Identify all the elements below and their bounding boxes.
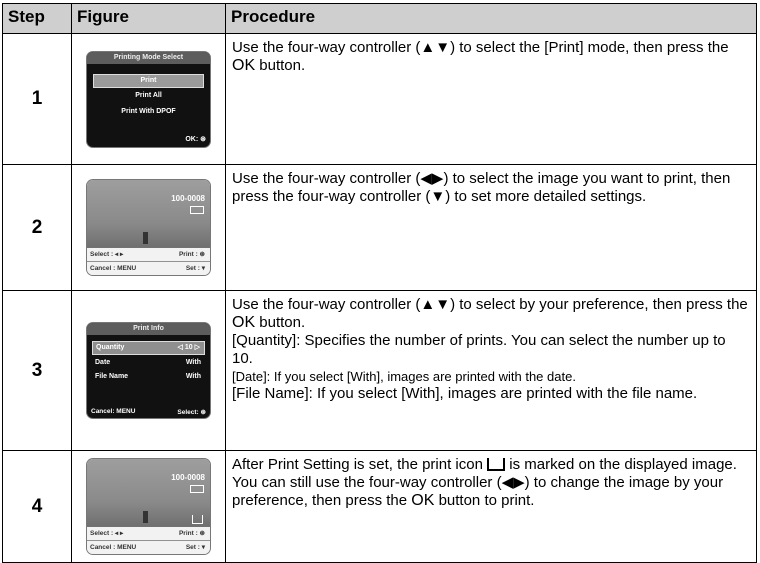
procedure-table: Step Figure Procedure 1 Printing Mode Se… (2, 3, 757, 563)
step-number: 1 (2, 33, 72, 165)
figure-cell: 100-0008 Select : ◂ ▸ Print : ⊛ Cancel : … (71, 450, 226, 563)
quantity-note: [Quantity]: Specifies the number of prin… (232, 332, 726, 367)
table-row: 1 Printing Mode Select Print Print All P… (2, 33, 757, 165)
cancel-bar: Cancel : MENU Set : ▾ (87, 262, 210, 275)
lcd-screen-print-info: Print Info Quantity ◁ 10 ▷ Date With File … (87, 323, 210, 418)
lcd-screen-print-marked: 100-0008 Select : ◂ ▸ Print : ⊛ Cancel : … (87, 459, 210, 554)
ok-glyph: OK (232, 314, 256, 331)
select-bar: Select : ◂ ▸ Print : ⊛ (87, 248, 210, 261)
step-number: 3 (2, 290, 72, 451)
screen-title: Printing Mode Select (87, 51, 210, 64)
screen-title: Print Info (87, 323, 210, 335)
memory-card-icon (190, 485, 204, 493)
ok-hint: OK: ⊛ (185, 135, 206, 143)
file-number: 100-0008 (171, 194, 205, 203)
ok-button-icon: ⊛ (200, 135, 206, 143)
date-note: [Date]: If you select [With], images are… (232, 369, 576, 384)
figure-cell: 100-0008 Select : ◂ ▸ Print : ⊛ Cancel : … (71, 164, 226, 291)
header-procedure: Procedure (225, 3, 757, 34)
menu-item-print-all: Print All (135, 91, 162, 99)
procedure-cell: Use the four-way controller (◀▶) to sele… (225, 164, 757, 291)
table-row: 3 Print Info Quantity ◁ 10 ▷ Date With Fil… (2, 290, 757, 451)
select-bar: Select : ◂ ▸ Print : ⊛ (87, 527, 210, 540)
ok-glyph: OK (411, 492, 435, 509)
step-number: 2 (2, 164, 72, 291)
lcd-screen-image-select: 100-0008 Select : ◂ ▸ Print : ⊛ Cancel : … (87, 180, 210, 275)
info-row-date: Date With (95, 359, 201, 366)
header-step: Step (2, 3, 72, 34)
memory-card-icon (190, 206, 204, 214)
screen-footer: Cancel: MENU Select: ⊛ (91, 408, 206, 416)
step-number: 4 (2, 450, 72, 563)
file-number: 100-0008 (171, 473, 205, 482)
procedure-cell: Use the four-way controller (▲▼) to sele… (225, 33, 757, 165)
filename-note: [File Name]: If you select [With], image… (232, 385, 698, 402)
landmark-image (143, 232, 148, 244)
procedure-cell: After Print Setting is set, the print ic… (225, 450, 757, 563)
table-row: 2 100-0008 Select : ◂ ▸ Print : ⊛ Cancel … (2, 164, 757, 291)
menu-item-print: Print (93, 73, 204, 88)
header-figure: Figure (71, 3, 226, 34)
info-row-quantity: Quantity ◁ 10 ▷ (92, 341, 205, 355)
table-row: 4 100-0008 Select : ◂ ▸ Print : ⊛ Cancel … (2, 450, 757, 563)
cancel-bar: Cancel : MENU Set : ▾ (87, 541, 210, 554)
ok-glyph: OK (232, 57, 256, 74)
landmark-image (143, 511, 148, 523)
print-icon (192, 515, 203, 524)
figure-cell: Print Info Quantity ◁ 10 ▷ Date With File … (71, 290, 226, 451)
menu-item-print-dpof: Print With DPOF (121, 107, 176, 115)
print-icon (487, 458, 506, 471)
lcd-screen-print-mode: Printing Mode Select Print Print All Pri… (87, 51, 210, 147)
header-row: Step Figure Procedure (2, 3, 757, 34)
procedure-cell: Use the four-way controller (▲▼) to sele… (225, 290, 757, 451)
figure-cell: Printing Mode Select Print Print All Pri… (71, 33, 226, 165)
info-row-filename: File Name With (95, 373, 201, 380)
